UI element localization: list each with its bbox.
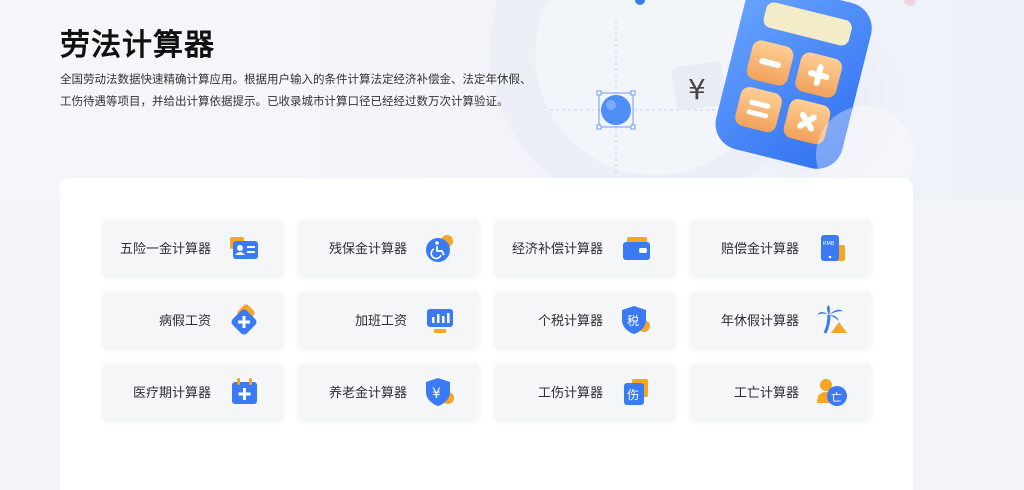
tool-social-insurance-calculator[interactable]: 五险一金计算器: [103, 220, 283, 275]
tool-severance-calculator[interactable]: 经济补偿计算器: [495, 220, 675, 275]
tool-label: 工亡计算器: [733, 386, 799, 401]
deceased-person-icon: 亡: [815, 375, 849, 409]
injury-tag-icon: 伤: [619, 375, 653, 409]
injury-glyph: 伤: [627, 388, 639, 402]
svg-text:RMB: RMB: [823, 241, 835, 247]
tool-label: 赔偿金计算器: [720, 242, 799, 257]
yuan-shield-icon: ¥: [423, 375, 457, 409]
page: ¥ 劳法计算器 全国劳动法数据快速精确计算应用。根据用户输入的条件计算法定经济补…: [0, 0, 1024, 490]
tool-label: 五险一金计算器: [119, 242, 211, 257]
tool-work-death-calculator[interactable]: 工亡计算器 亡: [691, 364, 871, 419]
tools-grid: 五险一金计算器 残保金计算器 经济补偿计算器 赔偿金计算器 RMB 病假工资 加…: [103, 220, 871, 419]
tool-label: 个税计算器: [537, 314, 603, 329]
palm-tree-icon: [815, 303, 849, 337]
page-title: 劳法计算器: [60, 28, 215, 63]
tool-label: 残保金计算器: [328, 242, 407, 257]
rmb-phone-icon: RMB: [815, 231, 849, 265]
calendar-plus-icon: [227, 375, 261, 409]
tool-annual-leave-calculator[interactable]: 年休假计算器: [691, 292, 871, 347]
tool-label: 年休假计算器: [720, 314, 799, 329]
tool-income-tax-calculator[interactable]: 个税计算器 税: [495, 292, 675, 347]
medical-cross-icon: [227, 303, 261, 337]
tax-shield-icon: 税: [619, 303, 653, 337]
tool-label: 养老金计算器: [328, 386, 407, 401]
tools-card: 五险一金计算器 残保金计算器 经济补偿计算器 赔偿金计算器 RMB 病假工资 加…: [60, 178, 913, 490]
tool-medical-period-calculator[interactable]: 医疗期计算器: [103, 364, 283, 419]
tool-label: 病假工资: [158, 314, 211, 329]
tool-overtime-pay[interactable]: 加班工资: [299, 292, 479, 347]
monitor-chart-icon: [423, 303, 457, 337]
tool-label: 经济补偿计算器: [511, 242, 603, 257]
yuan-glyph: ¥: [432, 386, 441, 402]
wallet-icon: [619, 231, 653, 265]
tax-glyph: 税: [627, 314, 639, 328]
tool-work-injury-calculator[interactable]: 工伤计算器 伤: [495, 364, 675, 419]
death-glyph: 亡: [831, 390, 842, 404]
tool-label: 加班工资: [354, 314, 407, 329]
tool-disability-fund-calculator[interactable]: 残保金计算器: [299, 220, 479, 275]
tool-label: 医疗期计算器: [132, 386, 211, 401]
tool-compensation-calculator[interactable]: 赔偿金计算器 RMB: [691, 220, 871, 275]
tool-pension-calculator[interactable]: 养老金计算器 ¥: [299, 364, 479, 419]
wheelchair-icon: [423, 231, 457, 265]
id-card-icon: [227, 231, 261, 265]
tool-sick-leave-pay[interactable]: 病假工资: [103, 292, 283, 347]
page-description: 全国劳动法数据快速精确计算应用。根据用户输入的条件计算法定经济补偿金、法定年休假…: [60, 72, 532, 108]
tool-label: 工伤计算器: [537, 386, 603, 401]
